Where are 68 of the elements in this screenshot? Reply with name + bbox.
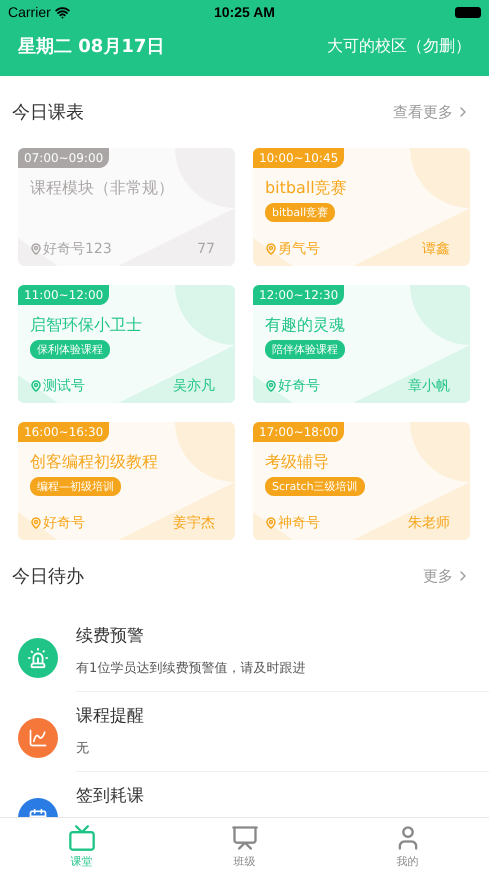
location-pin-icon: [30, 517, 42, 529]
course-card[interactable]: 11:00~12:00 启智环保小卫士 保利体验课程 测试号 吴亦凡: [18, 285, 235, 403]
course-title: 创客编程初级教程: [30, 452, 159, 473]
tv-icon: [68, 824, 96, 852]
course-tag: 编程—初级培训: [30, 477, 121, 496]
location-pin-icon: [30, 243, 42, 255]
corner-circle-decoration: [410, 148, 470, 208]
siren-icon: [27, 647, 49, 669]
room-label: 测试号: [43, 377, 85, 395]
teacher-name: 77: [197, 241, 215, 257]
campus-selector[interactable]: 大可的校区（勿删）: [327, 36, 471, 56]
chart-icon: [28, 728, 48, 748]
more-link[interactable]: 更多: [423, 566, 471, 586]
course-title: bitball竞赛: [265, 178, 348, 199]
course-title: 考级辅导: [265, 452, 330, 473]
todo-title: 签到耗课: [76, 785, 145, 807]
more-link[interactable]: 查看更多: [393, 102, 471, 122]
location-pin-icon: [265, 517, 277, 529]
time-badge: 17:00~18:00: [253, 422, 344, 442]
course-title: 启智环保小卫士: [30, 315, 143, 336]
teacher-name: 姜宇杰: [173, 514, 215, 532]
battery-icon: [454, 6, 481, 18]
todo-title: 续费预警: [76, 625, 145, 647]
room-label: 好奇号: [43, 514, 85, 532]
room-label: 好奇号123: [43, 240, 112, 258]
tab-item[interactable]: 课堂: [0, 818, 163, 875]
section-title: 今日课表: [12, 101, 84, 124]
room-label: 好奇号: [278, 377, 320, 395]
time-badge: 10:00~10:45: [253, 148, 344, 168]
course-card[interactable]: 16:00~16:30 创客编程初级教程 编程—初级培训 好奇号 姜宇杰: [18, 422, 235, 540]
teacher-name: 谭鑫: [422, 240, 450, 258]
corner-circle-decoration: [175, 285, 235, 345]
course-tag: bitball竞赛: [265, 203, 336, 222]
course-tag: Scratch三级培训: [265, 477, 365, 496]
date-label: 星期二 08月17日: [18, 35, 164, 58]
time-badge: 07:00~09:00: [18, 148, 110, 168]
todo-detail: 无: [76, 740, 90, 757]
clock: 10:25 AM: [214, 4, 275, 20]
corner-circle-decoration: [410, 422, 470, 482]
wifi-icon: [54, 4, 70, 20]
location-pin-icon: [30, 380, 42, 392]
tab-item[interactable]: 我的: [326, 818, 489, 875]
section-title: 今日待办: [12, 565, 84, 588]
time-badge: 11:00~12:00: [18, 285, 110, 305]
course-tag: 保利体验课程: [30, 340, 110, 359]
corner-circle-decoration: [175, 422, 235, 482]
course-tag: 陪伴体验课程: [265, 340, 345, 359]
carrier-label: Carrier: [8, 4, 51, 20]
todo-title: 课程提醒: [76, 705, 145, 727]
teacher-name: 章小帆: [408, 377, 450, 395]
location-pin-icon: [265, 243, 277, 255]
teacher-name: 吴亦凡: [173, 377, 215, 395]
course-card[interactable]: 12:00~12:30 有趣的灵魂 陪伴体验课程 好奇号 章小帆: [253, 285, 470, 403]
corner-circle-decoration: [410, 285, 470, 345]
location-pin-icon: [265, 380, 277, 392]
course-title: 有趣的灵魂: [265, 315, 346, 336]
teacher-name: 朱老师: [408, 514, 450, 532]
board-icon: [230, 824, 258, 852]
room-label: 神奇号: [278, 514, 320, 532]
course-title: 课程模块（非常规）: [30, 178, 175, 199]
time-badge: 16:00~16:30: [18, 422, 110, 442]
course-card[interactable]: 07:00~09:00 课程模块（非常规） 好奇号123 77: [18, 148, 235, 266]
time-badge: 12:00~12:30: [253, 285, 344, 305]
todo-detail: 有1位学员达到续费预警值，请及时跟进: [76, 660, 306, 677]
course-card[interactable]: 17:00~18:00 考级辅导 Scratch三级培训 神奇号 朱老师: [253, 422, 470, 540]
tab-item[interactable]: 班级: [163, 818, 326, 875]
course-card[interactable]: 10:00~10:45 bitball竞赛 bitball竞赛 勇气号 谭鑫: [253, 148, 470, 266]
room-label: 勇气号: [278, 240, 320, 258]
